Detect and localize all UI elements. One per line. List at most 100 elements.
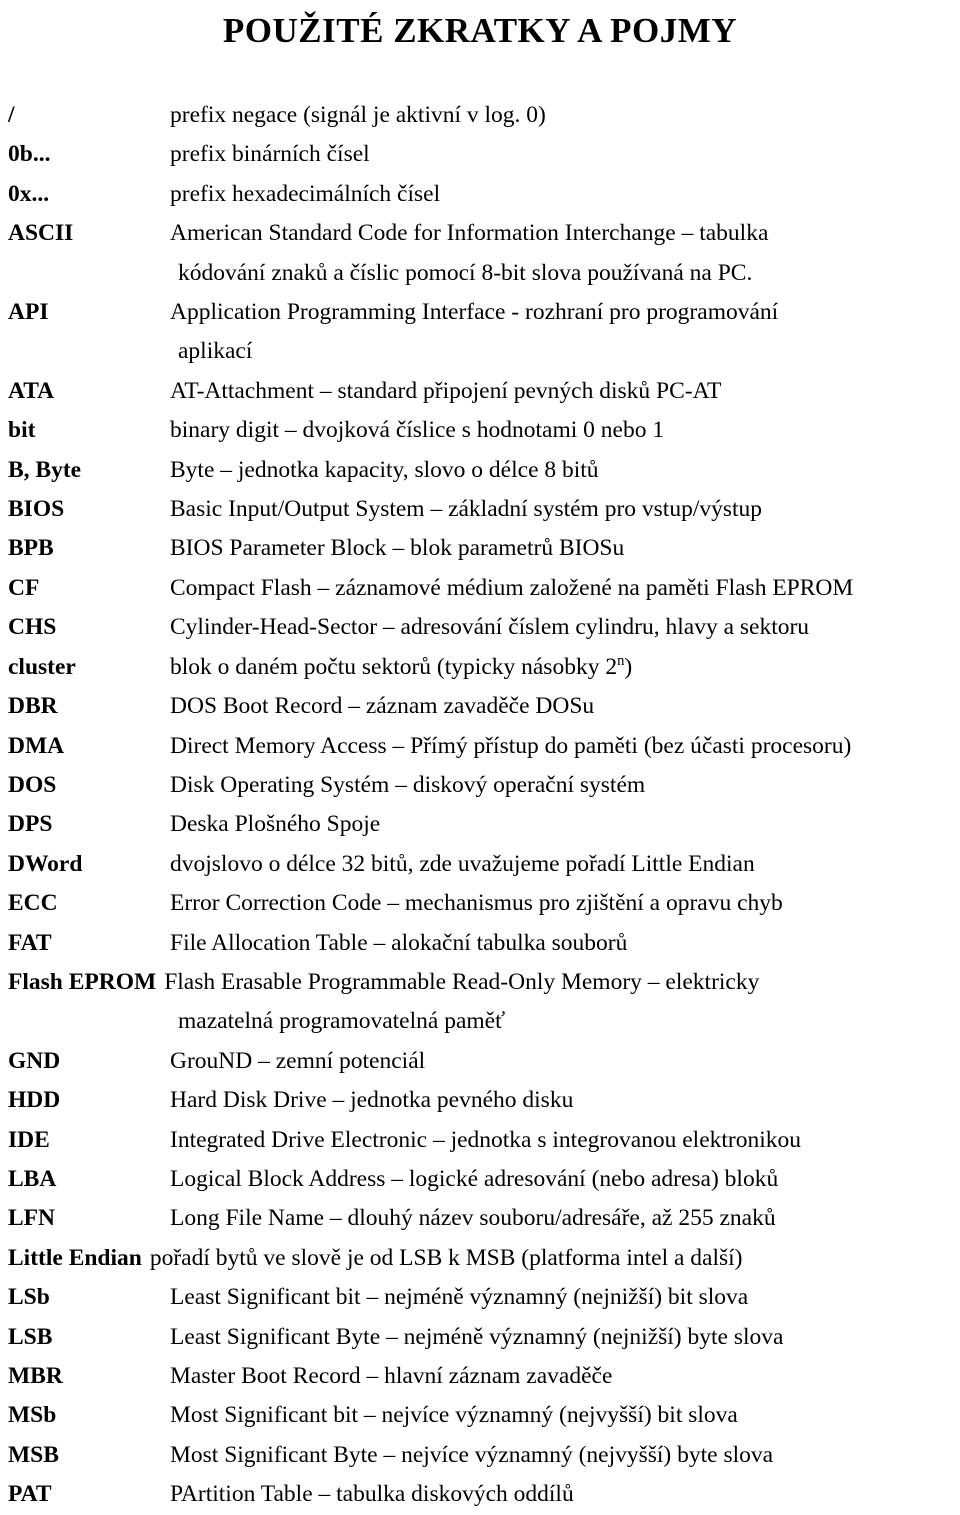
glossary-entry: LBA Logical Block Address – logické adres… — [8, 1160, 954, 1199]
glossary-term: DMA — [8, 732, 65, 759]
glossary-definition-line: File Allocation Table – alokační tabulka… — [170, 929, 628, 956]
glossary-definition-continuation: kódování znaků a číslic pomocí 8-bit slo… — [178, 259, 753, 286]
glossary-term: MSb — [8, 1402, 57, 1429]
glossary-entry: DPS Deska Plošného Spoje — [8, 805, 954, 844]
glossary-term: / — [8, 102, 15, 128]
glossary-term: ATA — [8, 377, 55, 404]
glossary-term: LSB — [8, 1323, 53, 1350]
glossary-term: CF — [8, 574, 40, 601]
glossary-definition-line: Most Significant bit – nejvíce významný … — [170, 1402, 738, 1429]
glossary-definition-line: dvojslovo o délce 32 bitů, zde uvažujeme… — [170, 850, 755, 877]
glossary-definition-line: BIOS Parameter Block – blok parametrů BI… — [170, 535, 625, 562]
glossary-term: DPS — [8, 811, 53, 838]
glossary-entry: HDD Hard Disk Drive – jednotka pevného di… — [8, 1081, 954, 1120]
glossary-entry: Flash EPROM Flash Erasable Programmable R… — [8, 963, 954, 1002]
glossary-definition-line: Byte – jednotka kapacity, slovo o délce … — [170, 456, 599, 483]
glossary-definition-line: Basic Input/Output System – základní sys… — [170, 496, 763, 523]
glossary-term: ASCII — [8, 220, 74, 247]
glossary-entry: GND GrouND – zemní potenciál — [8, 1042, 954, 1081]
glossary-term: ECC — [8, 890, 58, 917]
glossary-term: 0x... — [8, 180, 50, 207]
glossary-entry: ECC Error Correction Code – mechanismus p… — [8, 884, 954, 923]
glossary-term: 0b... — [8, 141, 51, 168]
glossary-definition-continuation: aplikací — [178, 338, 253, 365]
glossary-term: HDD — [8, 1087, 61, 1114]
glossary-definition: DOS Boot Record – záznam zavaděče DOSu — [170, 687, 954, 726]
glossary-entry: / prefix negace (signál je aktivní v log.… — [8, 96, 954, 135]
page-title: POUŽITÉ ZKRATKY A POJMY — [222, 11, 738, 50]
glossary-entry: LSb Least Significant bit – nejméně význa… — [8, 1278, 954, 1317]
glossary-entry: LFN Long File Name – dlouhý název souboru… — [8, 1199, 954, 1238]
glossary-term: DBR — [8, 693, 58, 720]
glossary-term: IDE — [8, 1126, 50, 1153]
glossary-term: B, Byte — [8, 456, 82, 483]
glossary-definition: prefix hexadecimálních čísel — [170, 175, 954, 214]
glossary-entry: ATA AT-Attachment – standard připojení pe… — [8, 372, 954, 411]
glossary-definition-line: Most Significant Byte – nejvíce významný… — [170, 1441, 774, 1468]
glossary-term: Flash EPROM — [8, 968, 157, 995]
glossary-definition: Error Correction Code – mechanismus pro … — [170, 884, 954, 923]
glossary-entry: API Application Programming Interface - r… — [8, 293, 954, 332]
glossary-term: PAT — [8, 1481, 52, 1508]
glossary-definition-line: blok o daném počtu sektorů (typicky náso… — [170, 648, 954, 687]
glossary-term: cluster — [8, 653, 76, 680]
definition-text-after-superscript: ) — [624, 653, 633, 680]
glossary-definition-line: PArtition Table – tabulka diskových oddí… — [170, 1481, 574, 1508]
glossary-term: DWord — [8, 850, 83, 877]
glossary-definition-line: Logical Block Address – logické adresová… — [170, 1165, 779, 1192]
glossary-term: DOS — [8, 771, 57, 798]
glossary-entry: MSb Most Significant bit – nejvíce význam… — [8, 1396, 954, 1435]
glossary-definition: pořadí bytů ve slově je od LSB k MSB (pl… — [150, 1239, 954, 1278]
glossary-entry: FAT File Allocation Table – alokační tabu… — [8, 924, 954, 963]
glossary-definition: Byte – jednotka kapacity, slovo o délce … — [170, 451, 954, 490]
glossary-entry: DWord dvojslovo o délce 32 bitů, zde uvaž… — [8, 845, 954, 884]
glossary-definition: Application Programming Interface - rozh… — [170, 293, 954, 332]
glossary-term: LBA — [8, 1165, 57, 1192]
glossary-entry: LSB Least Significant Byte – nejméně význ… — [8, 1318, 954, 1357]
glossary-term: API — [8, 299, 49, 326]
glossary-entry: B, Byte Byte – jednotka kapacity, slovo o… — [8, 451, 954, 490]
glossary-term: LSb — [8, 1284, 50, 1311]
glossary-entry: BIOS Basic Input/Output System – základní… — [8, 490, 954, 529]
glossary-entry: cluster blok o daném počtu sektorů (typic… — [8, 648, 954, 687]
glossary-definition-line: Hard Disk Drive – jednotka pevného disku — [170, 1087, 574, 1114]
glossary-definition-line: pořadí bytů ve slově je od LSB k MSB (pl… — [149, 1244, 743, 1271]
glossary-definition: blok o daném počtu sektorů (typicky náso… — [170, 648, 954, 687]
glossary-definition-line: DOS Boot Record – záznam zavaděče DOSu — [170, 693, 595, 720]
glossary-list: / prefix negace (signál je aktivní v log.… — [0, 96, 960, 1515]
glossary-entry: DOS Disk Operating Systém – diskový opera… — [8, 766, 954, 805]
glossary-entry: 0b... prefix binárních čísel — [8, 135, 954, 174]
glossary-definition-line: American Standard Code for Information I… — [170, 220, 769, 247]
glossary-definition: Logical Block Address – logické adresová… — [170, 1160, 954, 1199]
glossary-definition: Least Significant Byte – nejméně významn… — [170, 1318, 954, 1357]
glossary-definition-line: Application Programming Interface - rozh… — [170, 299, 779, 326]
glossary-term: MSB — [8, 1441, 59, 1468]
glossary-definition: File Allocation Table – alokační tabulka… — [170, 924, 954, 963]
glossary-entry: DBR DOS Boot Record – záznam zavaděče DOS… — [8, 687, 954, 726]
glossary-definition: Disk Operating Systém – diskový operační… — [170, 766, 954, 805]
glossary-definition: Long File Name – dlouhý název souboru/ad… — [170, 1199, 954, 1238]
glossary-definition-line: Compact Flash – záznamové médium založen… — [170, 574, 854, 601]
glossary-definition: Hard Disk Drive – jednotka pevného disku — [170, 1081, 954, 1120]
glossary-entry: PAT PArtition Table – tabulka diskových o… — [8, 1475, 954, 1514]
glossary-definition-line: Deska Plošného Spoje — [170, 811, 381, 838]
glossary-definition-line: Error Correction Code – mechanismus pro … — [170, 890, 783, 917]
glossary-entry: bit binary digit – dvojková číslice s hod… — [8, 411, 954, 450]
glossary-definition: Flash Erasable Programmable Read-Only Me… — [164, 963, 954, 1002]
glossary-entry: MSB Most Significant Byte – nejvíce význa… — [8, 1436, 954, 1475]
glossary-entry: CF Compact Flash – záznamové médium založ… — [8, 569, 954, 608]
glossary-definition-line: Disk Operating Systém – diskový operační… — [170, 771, 646, 798]
glossary-term: BPB — [8, 535, 54, 562]
glossary-definition: AT-Attachment – standard připojení pevný… — [170, 372, 954, 411]
document-page: POUŽITÉ ZKRATKY A POJMY / prefix negace (… — [0, 0, 960, 1514]
glossary-entry: Little Endian pořadí bytů ve slově je od … — [8, 1239, 954, 1278]
glossary-entry: BPB BIOS Parameter Block – blok parametrů… — [8, 529, 954, 568]
glossary-definition-line: prefix negace (signál je aktivní v log. … — [170, 102, 546, 128]
glossary-entry: IDE Integrated Drive Electronic – jednotk… — [8, 1121, 954, 1160]
glossary-definition-line: Least Significant bit – nejméně významný… — [170, 1284, 749, 1311]
glossary-term: CHS — [8, 614, 57, 641]
glossary-term: LFN — [8, 1205, 55, 1232]
glossary-term: BIOS — [8, 496, 65, 523]
glossary-term: Little Endian — [8, 1244, 142, 1271]
glossary-definition: Least Significant bit – nejméně významný… — [170, 1278, 954, 1317]
